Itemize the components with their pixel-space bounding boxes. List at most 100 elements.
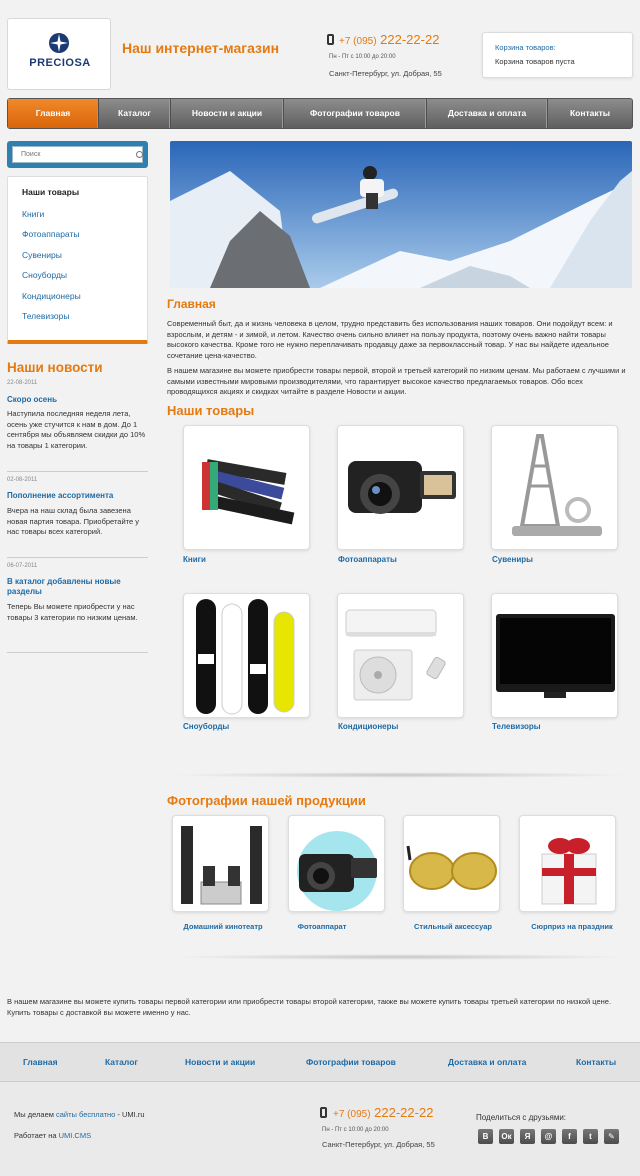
nav-item-news[interactable]: Новости и акции xyxy=(171,99,284,128)
nav-item-photos[interactable]: Фотографии товаров xyxy=(284,99,427,128)
news-body: Вчера на наш склад была завезена новая п… xyxy=(7,506,140,536)
product-label[interactable]: Фотоаппараты xyxy=(338,555,397,564)
section-divider xyxy=(167,954,633,960)
phone-code: +7 (095) xyxy=(333,1109,371,1120)
yandex-icon[interactable]: Я xyxy=(520,1129,535,1144)
cart-status: Корзина товаров пуста xyxy=(495,57,575,66)
products-title: Наши товары xyxy=(167,403,255,418)
category-item-souvenirs[interactable]: Сувениры xyxy=(22,250,62,260)
nav-item-contacts[interactable]: Контакты xyxy=(548,99,632,128)
news-date: 22-08-2011 xyxy=(7,380,38,386)
header-phone: +7 (095) 222-22-22 xyxy=(339,32,439,47)
news-divider xyxy=(7,652,148,653)
books-image xyxy=(202,459,295,525)
phone-number: 222-22-22 xyxy=(380,32,440,47)
news-body: Теперь Вы можете приобрести у нас товары… xyxy=(7,602,138,622)
product-label[interactable]: Кондиционеры xyxy=(338,722,398,731)
search-box xyxy=(7,141,148,168)
twitter-icon[interactable]: t xyxy=(583,1129,598,1144)
news-title: Наши новости xyxy=(7,360,103,375)
news-headline-link[interactable]: Скоро осень xyxy=(7,395,147,405)
category-item-tv[interactable]: Телевизоры xyxy=(22,311,69,321)
photo-card-accessory[interactable] xyxy=(403,815,500,912)
nav-item-catalog[interactable]: Каталог xyxy=(99,99,171,128)
photo-card-camera[interactable] xyxy=(288,815,385,912)
vkontakte-icon[interactable]: В xyxy=(478,1129,493,1144)
livejournal-icon[interactable]: ✎ xyxy=(604,1129,619,1144)
category-menu: Наши товары Книги Фотоаппараты Сувениры … xyxy=(7,176,148,344)
news-date: 02-08-2011 xyxy=(7,477,38,483)
product-label[interactable]: Сноуборды xyxy=(183,722,229,731)
phone-number: 222-22-22 xyxy=(374,1105,434,1120)
umi-cms-link[interactable]: UMI.CMS xyxy=(59,1131,92,1140)
search-input[interactable] xyxy=(12,146,143,163)
phone-icon xyxy=(327,34,334,45)
footer-nav-delivery[interactable]: Доставка и оплата xyxy=(448,1057,526,1067)
category-item-snowboards[interactable]: Сноуборды xyxy=(22,270,67,280)
product-label[interactable]: Книги xyxy=(183,555,206,564)
nav-item-home[interactable]: Главная xyxy=(8,99,99,128)
footer-nav-news[interactable]: Новости и акции xyxy=(185,1057,255,1067)
page-heading: Главная xyxy=(167,297,216,311)
nav-item-delivery[interactable]: Доставка и оплата xyxy=(427,99,548,128)
site-title: Наш интернет-магазин xyxy=(122,40,280,56)
working-hours: Пн - Пт с 10:00 до 20:00 xyxy=(322,1127,389,1133)
hero-banner xyxy=(170,141,632,288)
category-item-conditioners[interactable]: Кондиционеры xyxy=(22,291,81,301)
free-sites-link[interactable]: сайты бесплатно xyxy=(56,1110,115,1119)
category-item-cameras[interactable]: Фотоаппараты xyxy=(22,229,79,239)
photo-label[interactable]: Стильный аксессуар xyxy=(393,922,513,931)
footer-nav-contacts[interactable]: Контакты xyxy=(576,1057,616,1067)
cart-title-link[interactable]: Корзина товаров: xyxy=(495,43,556,52)
made-suffix: - UMI.ru xyxy=(115,1110,145,1119)
category-item-books[interactable]: Книги xyxy=(22,209,44,219)
mailru-icon[interactable]: @ xyxy=(541,1129,556,1144)
logo-text: PRECIOSA xyxy=(29,57,91,69)
news-headline-link[interactable]: Пополнение ассортимента xyxy=(7,491,147,501)
product-label[interactable]: Телевизоры xyxy=(492,722,541,731)
footer-phone: +7 (095) 222-22-22 xyxy=(333,1105,433,1120)
footer-nav-photos[interactable]: Фотографии товаров xyxy=(306,1057,396,1067)
product-card-tv[interactable] xyxy=(491,593,618,718)
news-headline-link[interactable]: В каталог добавлены новые разделы xyxy=(7,577,147,597)
gift-box-image xyxy=(541,838,597,905)
snowboards-image xyxy=(196,599,295,715)
main-nav: Главная Каталог Новости и акции Фотограф… xyxy=(7,98,633,129)
footer-nav-home[interactable]: Главная xyxy=(23,1057,58,1067)
footer-address: Санкт-Петербург, ул. Добрая, 55 xyxy=(322,1140,435,1149)
product-card-souvenirs[interactable] xyxy=(491,425,618,550)
conditioner-image xyxy=(345,609,446,701)
photo-card-gift[interactable] xyxy=(519,815,616,912)
intro-paragraph: Современный быт, да и жизнь человека в ц… xyxy=(167,319,613,360)
made-prefix: Мы делаем xyxy=(14,1110,56,1119)
photo-label[interactable]: Фотоаппарат xyxy=(262,922,382,931)
product-card-conditioners[interactable] xyxy=(337,593,464,718)
photo-label[interactable]: Сюрприз на праздник xyxy=(512,922,632,931)
odnoklassniki-icon[interactable]: Ок xyxy=(499,1129,514,1144)
product-card-cameras[interactable] xyxy=(337,425,464,550)
souvenir-image xyxy=(512,434,602,536)
footer-nav-catalog[interactable]: Каталог xyxy=(105,1057,138,1067)
cart-widget[interactable]: Корзина товаров: Корзина товаров пуста xyxy=(482,32,633,78)
powered-prefix: Работает на xyxy=(14,1131,59,1140)
news-divider xyxy=(7,471,148,472)
seo-text: В нашем магазине вы можете купить товары… xyxy=(7,997,612,1017)
snowboarder-image xyxy=(170,141,632,288)
section-divider xyxy=(167,772,633,778)
home-theater-image xyxy=(181,826,262,905)
working-hours: Пн - Пт с 10:00 до 20:00 xyxy=(329,54,396,60)
star-logo-icon xyxy=(49,33,69,53)
tv-image xyxy=(496,614,615,698)
footer-nav: Главная Каталог Новости и акции Фотограф… xyxy=(0,1042,640,1082)
facebook-icon[interactable]: f xyxy=(562,1129,577,1144)
product-card-books[interactable] xyxy=(183,425,310,550)
phone-icon xyxy=(320,1107,327,1118)
logo[interactable]: PRECIOSA xyxy=(7,18,111,90)
product-card-snowboards[interactable] xyxy=(183,593,310,718)
sunglasses-image xyxy=(406,845,497,890)
news-body: Наступила последняя неделя лета, осень у… xyxy=(7,409,146,450)
powered-by-text: Работает на UMI.CMS xyxy=(14,1131,91,1140)
search-icon[interactable] xyxy=(136,151,143,158)
product-label[interactable]: Сувениры xyxy=(492,555,533,564)
photo-card-home-theater[interactable] xyxy=(172,815,269,912)
